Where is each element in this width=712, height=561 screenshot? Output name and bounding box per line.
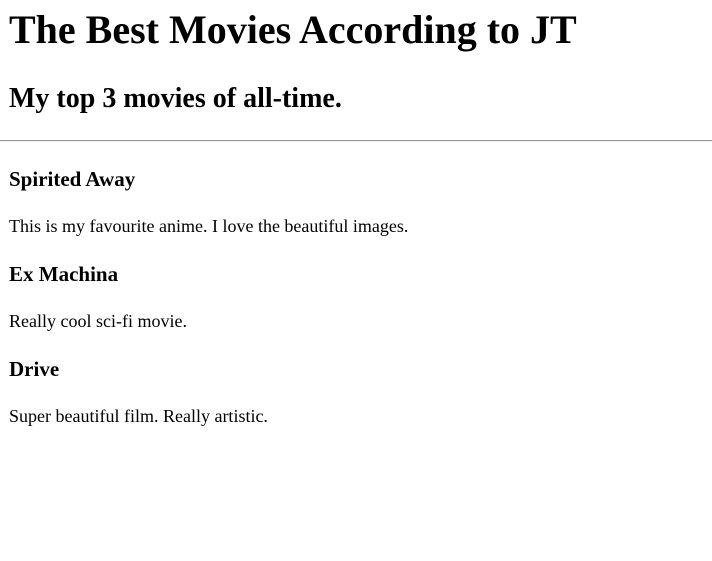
page-title: The Best Movies According to JT <box>9 7 577 52</box>
movie-item: Ex Machina Really cool sci-fi movie. <box>9 237 712 332</box>
movie-item: Spirited Away This is my favourite anime… <box>9 142 712 237</box>
page-subtitle: My top 3 movies of all-time. <box>9 83 342 114</box>
movie-title: Drive <box>9 357 60 381</box>
page-content: The Best Movies According to JT My top 3… <box>0 0 712 427</box>
movie-list: Spirited Away This is my favourite anime… <box>9 142 712 427</box>
movie-title: Ex Machina <box>9 262 119 286</box>
movie-description: Super beautiful film. Really artistic. <box>9 406 268 426</box>
movie-description: This is my favourite anime. I love the b… <box>9 216 409 236</box>
movie-title: Spirited Away <box>9 167 136 191</box>
movie-item: Drive Super beautiful film. Really artis… <box>9 332 712 427</box>
movie-description: Really cool sci-fi movie. <box>9 311 187 331</box>
